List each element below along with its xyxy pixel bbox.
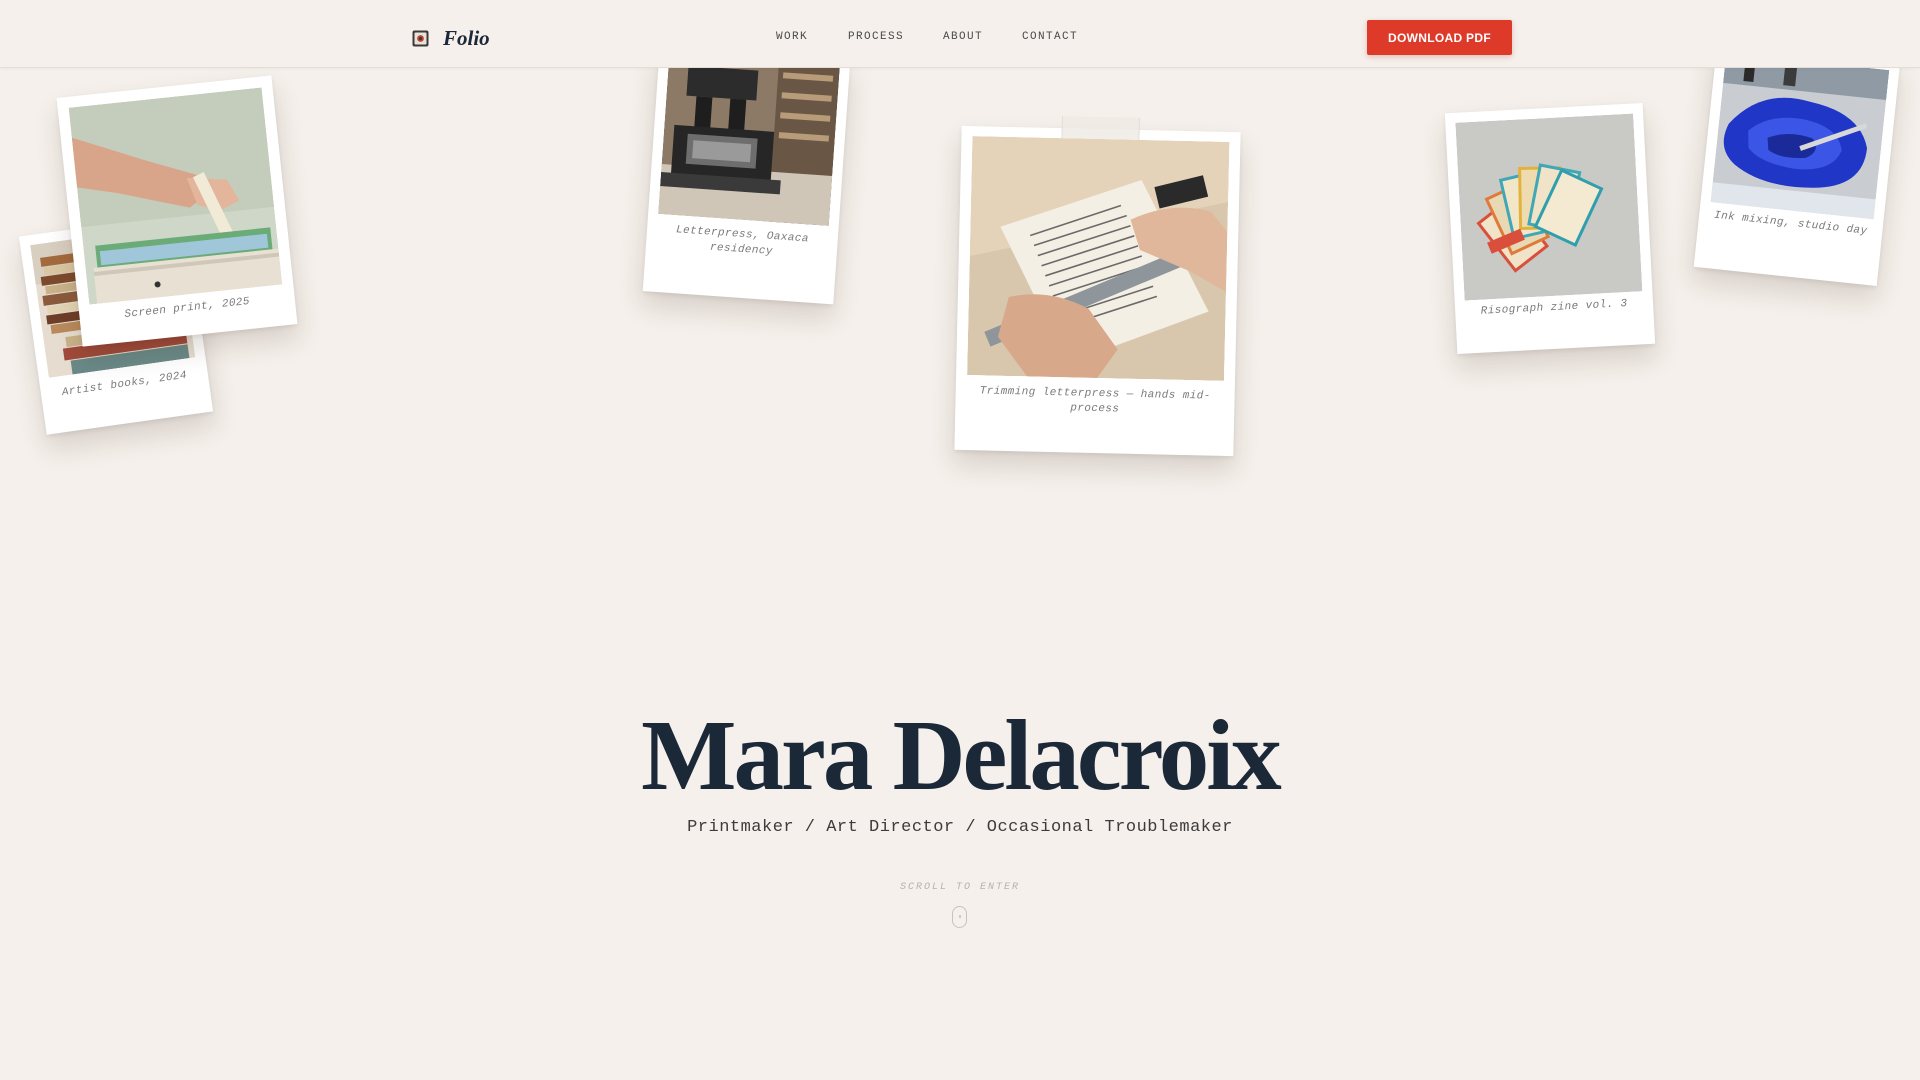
scroll-hint: SCROLL TO ENTER: [899, 882, 1020, 893]
brand-logo[interactable]: Folio: [412, 24, 490, 52]
polaroid-trimming-letterpress[interactable]: Trimming letterpress — hands mid-process: [954, 116, 1241, 457]
nav-link-process[interactable]: PROCESS: [848, 31, 904, 43]
polaroid-ink-mixing[interactable]: Ink mixing, studio day: [1693, 42, 1901, 286]
polaroid-screen-print[interactable]: Screen print, 2025: [56, 75, 298, 347]
photo-screen-print: [68, 87, 283, 305]
hero-subtitle: Printmaker / Art Director / Occasional T…: [687, 818, 1233, 837]
top-navigation: Folio WORK PROCESS ABOUT CONTACT DOWNLOA…: [0, 0, 1920, 68]
photo-letterpress-machine: [658, 54, 840, 226]
photo-blue-ink-mixing: [1710, 52, 1890, 220]
nav-link-contact[interactable]: CONTACT: [1022, 31, 1078, 43]
polaroid-letterpress-oaxaca[interactable]: Letterpress, Oaxaca residency: [642, 47, 851, 305]
caption-risograph-zine: Risograph zine vol. 3: [1480, 298, 1628, 318]
caption-trimming-letterpress: Trimming letterpress — hands mid-process: [979, 385, 1211, 416]
download-pdf-button[interactable]: DOWNLOAD PDF: [1367, 20, 1512, 55]
hero-name: Mara Delacroix: [641, 699, 1282, 811]
tape-strip: [1061, 116, 1140, 140]
nav-link-about[interactable]: ABOUT: [943, 31, 983, 43]
mouse-scroll-icon[interactable]: [952, 906, 967, 928]
mouse-wheel-dot: [959, 915, 961, 918]
polaroid-risograph-zine[interactable]: Risograph zine vol. 3: [1444, 102, 1656, 355]
camera-icon: [412, 30, 429, 46]
photo-hands-trimming: [967, 136, 1230, 381]
caption-letterpress-oaxaca: Letterpress, Oaxaca residency: [675, 224, 810, 259]
photo-risograph-zines: [1455, 113, 1643, 301]
nav-link-work[interactable]: WORK: [776, 31, 808, 43]
brand-name: Folio: [443, 25, 490, 50]
